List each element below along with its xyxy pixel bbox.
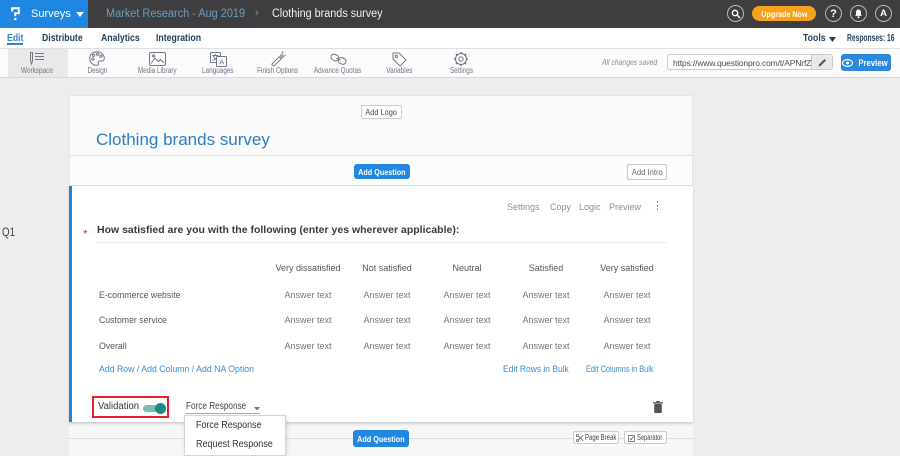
svg-text:A: A — [219, 57, 224, 66]
